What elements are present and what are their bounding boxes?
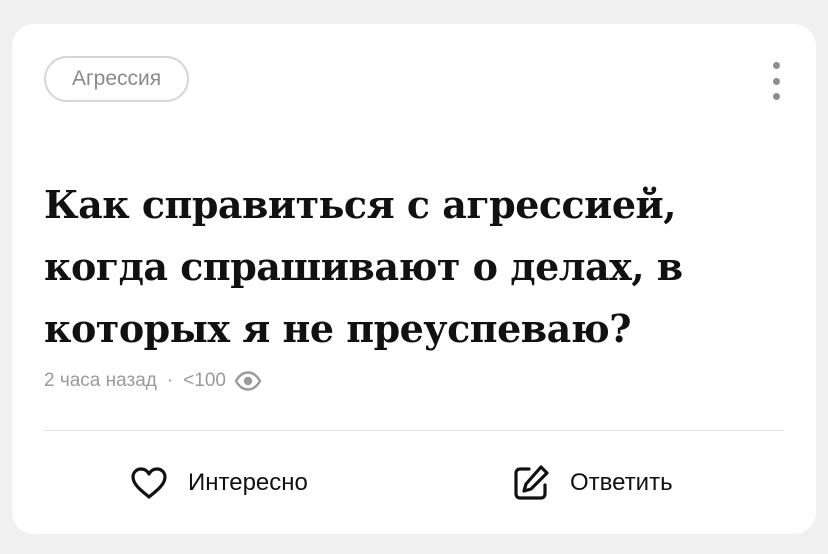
interesting-label: Интересно	[188, 469, 308, 496]
post-time: 2 часа назад	[44, 370, 157, 391]
question-card[interactable]: Агрессия Как справиться с агрессией, ког…	[12, 24, 816, 534]
topic-tag-label: Агрессия	[72, 67, 162, 90]
question-title[interactable]: Как справиться с агрессией, когда спраши…	[44, 174, 774, 360]
more-options-icon-dot	[772, 93, 780, 100]
heart-outline-icon	[130, 466, 168, 500]
topic-tag[interactable]: Агрессия	[44, 56, 190, 102]
eye-icon	[234, 371, 262, 391]
more-options-button[interactable]	[762, 58, 790, 104]
meta-separator: ·	[166, 370, 174, 391]
more-options-icon-dot	[772, 77, 780, 85]
question-meta: 2 часа назад · <100	[44, 366, 262, 396]
reply-label: Ответить	[570, 469, 673, 496]
interesting-button[interactable]: Интересно	[130, 461, 308, 505]
edit-pencil-icon	[512, 464, 550, 502]
view-count: <100	[183, 370, 226, 391]
more-options-icon-dot	[772, 62, 780, 69]
divider	[44, 430, 784, 431]
reply-button[interactable]: Ответить	[512, 461, 673, 505]
